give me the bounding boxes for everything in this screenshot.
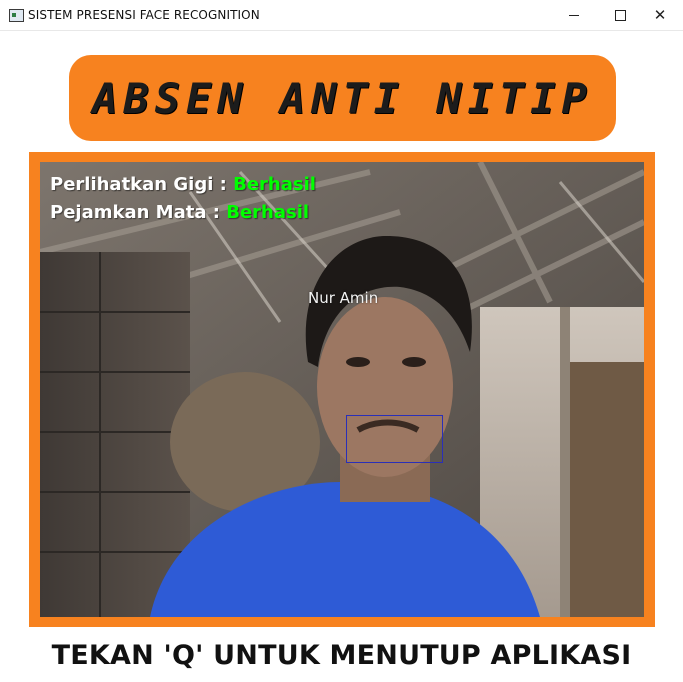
teeth-check-label: Perlihatkan Gigi : — [50, 174, 234, 195]
quit-instruction: TEKAN 'Q' UNTUK MENUTUP APLIKASI — [51, 640, 632, 671]
eyes-check-result: Berhasil — [226, 202, 310, 223]
close-button[interactable]: ✕ — [637, 0, 683, 30]
camera-feed: Perlihatkan Gigi : Berhasil Pejamkan Mat… — [40, 162, 644, 617]
close-icon: ✕ — [653, 7, 667, 24]
minimize-icon — [569, 14, 579, 16]
banner: ABSEN ANTI NITIP — [69, 55, 616, 141]
eyes-check-status: Pejamkan Mata : Berhasil — [50, 202, 309, 223]
app-window-icon — [9, 9, 24, 22]
recognized-name: Nur Amin — [308, 289, 379, 307]
window-title: SISTEM PRESENSI FACE RECOGNITION — [28, 8, 260, 22]
eyes-check-label: Pejamkan Mata : — [50, 202, 227, 223]
mouth-detection-box — [346, 415, 443, 463]
teeth-check-result: Berhasil — [233, 174, 316, 195]
banner-title: ABSEN ANTI NITIP — [92, 73, 593, 123]
teeth-check-status: Perlihatkan Gigi : Berhasil — [50, 174, 316, 195]
camera-scene — [40, 162, 644, 617]
maximize-icon — [614, 9, 626, 21]
title-bar: SISTEM PRESENSI FACE RECOGNITION ✕ — [0, 0, 683, 31]
minimize-button[interactable] — [551, 0, 597, 30]
